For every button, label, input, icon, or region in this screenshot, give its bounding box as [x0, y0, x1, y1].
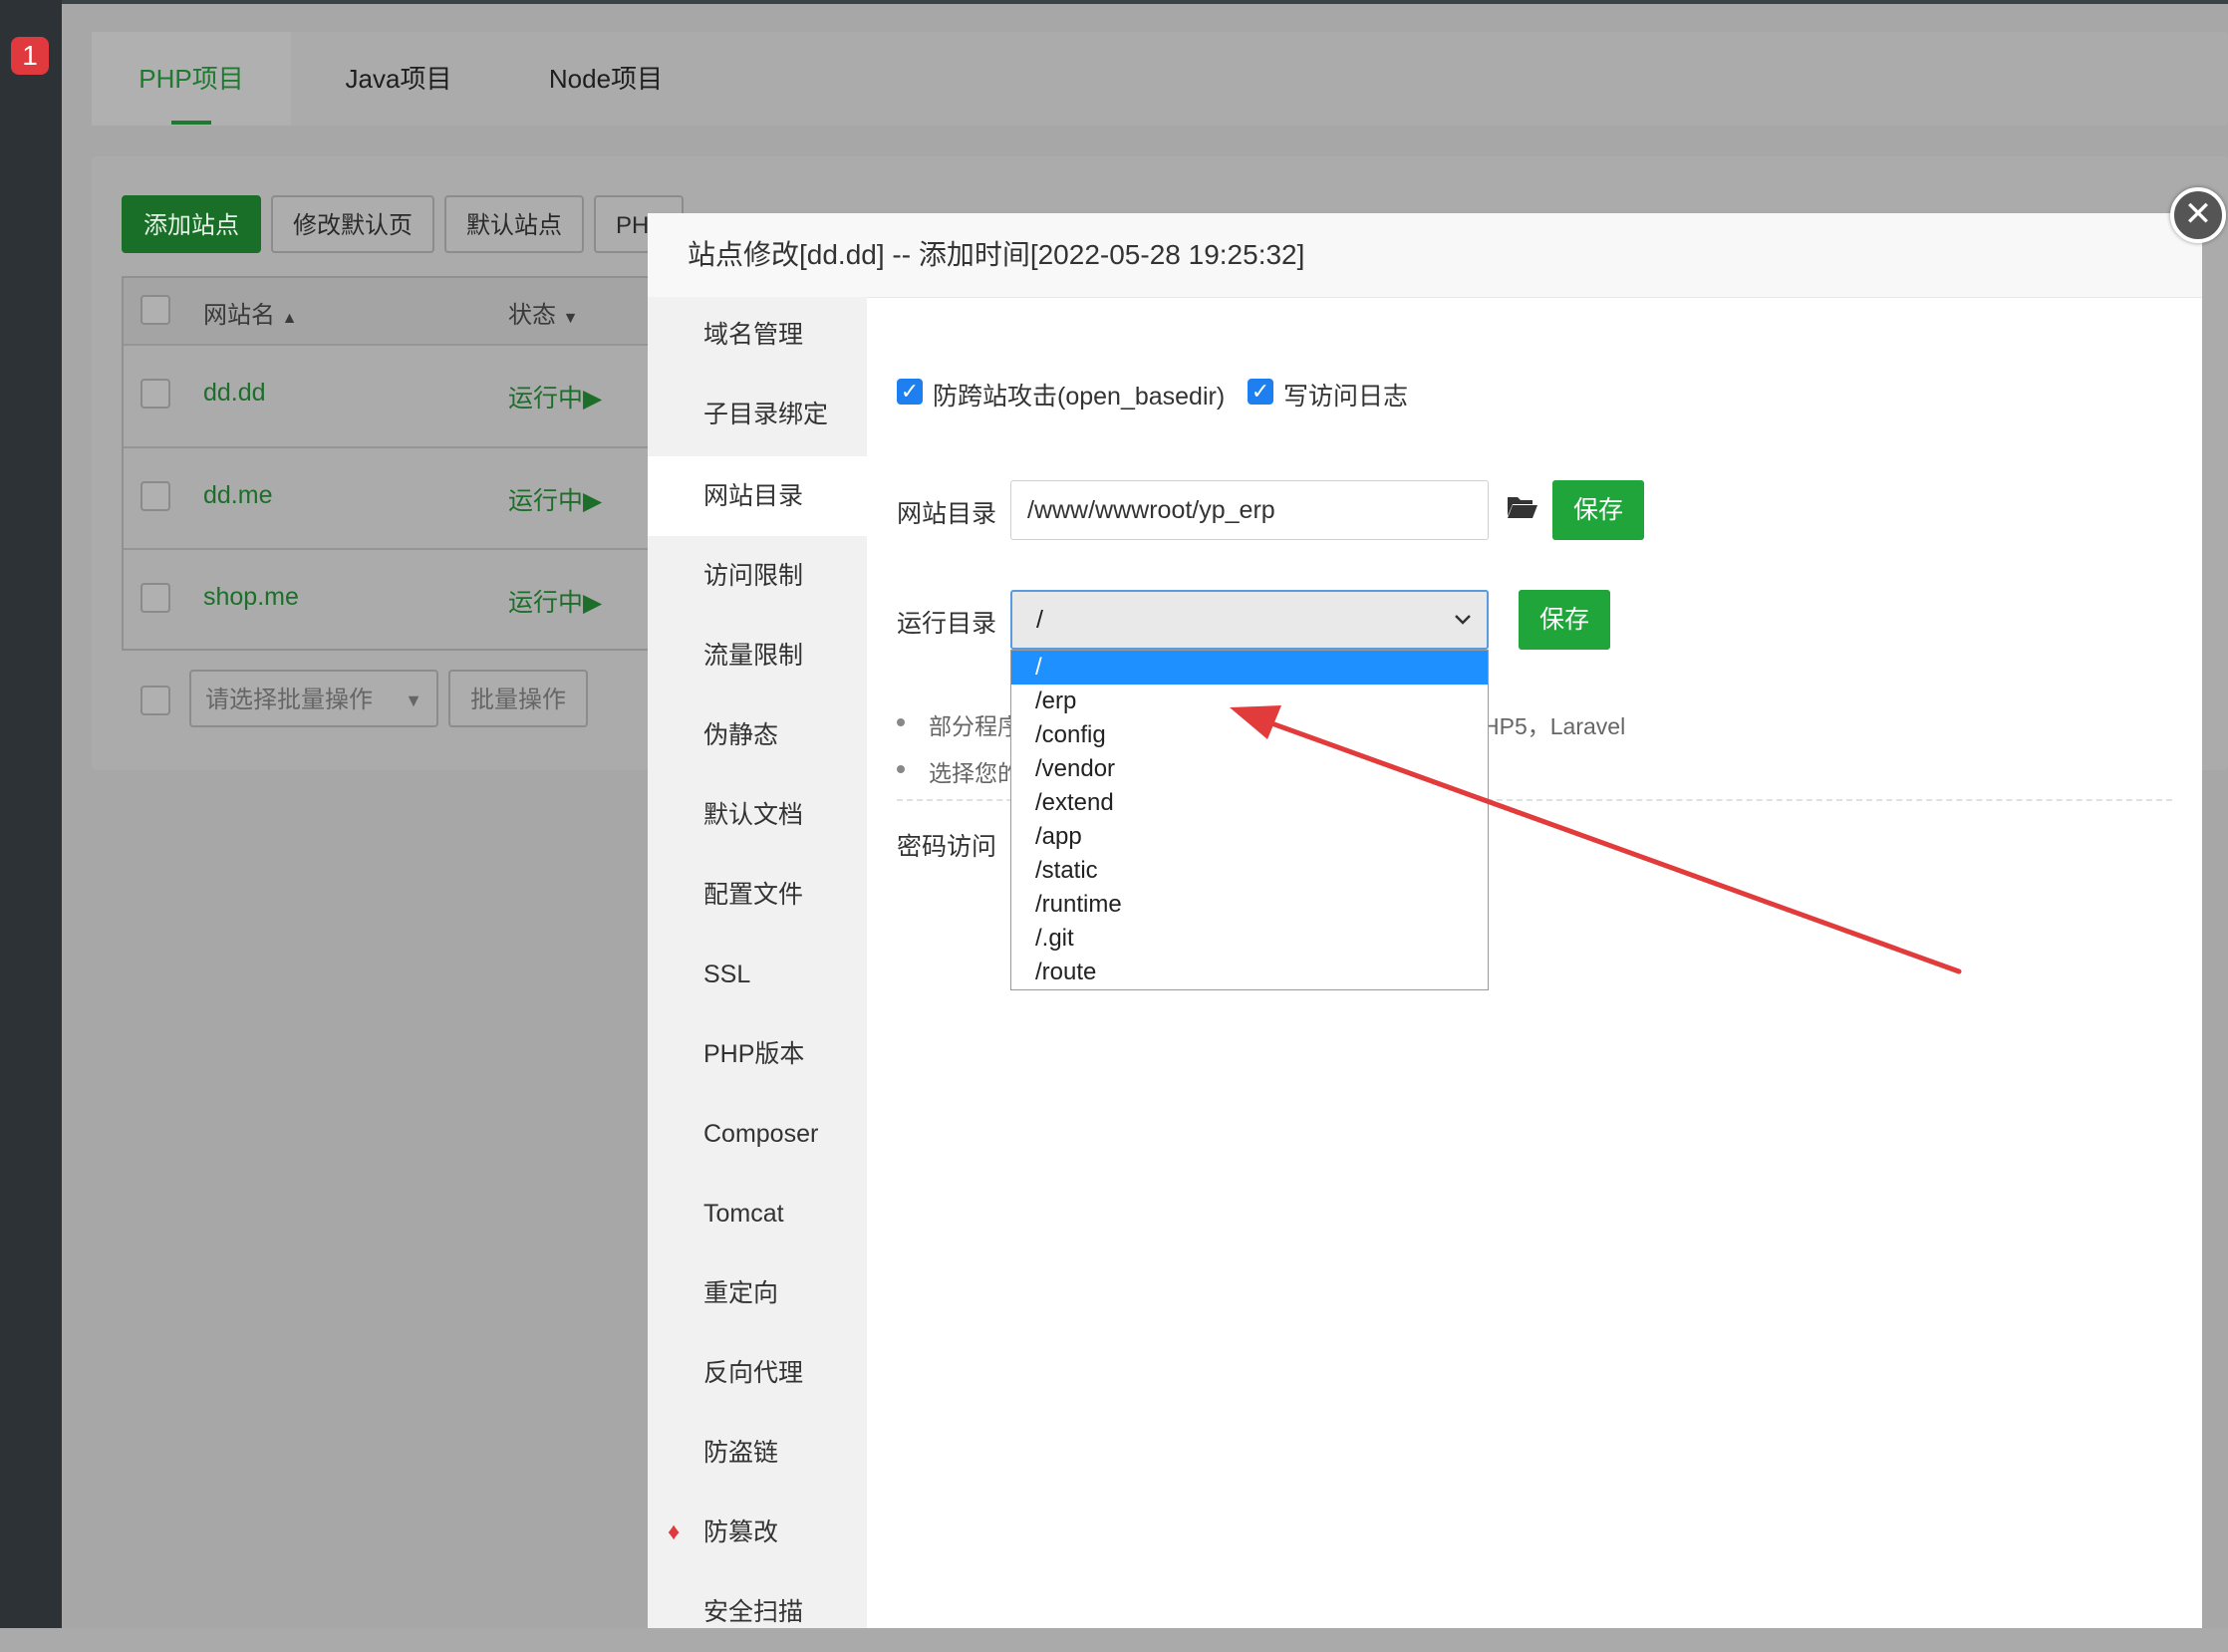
- annotation-arrow: [1230, 705, 1962, 974]
